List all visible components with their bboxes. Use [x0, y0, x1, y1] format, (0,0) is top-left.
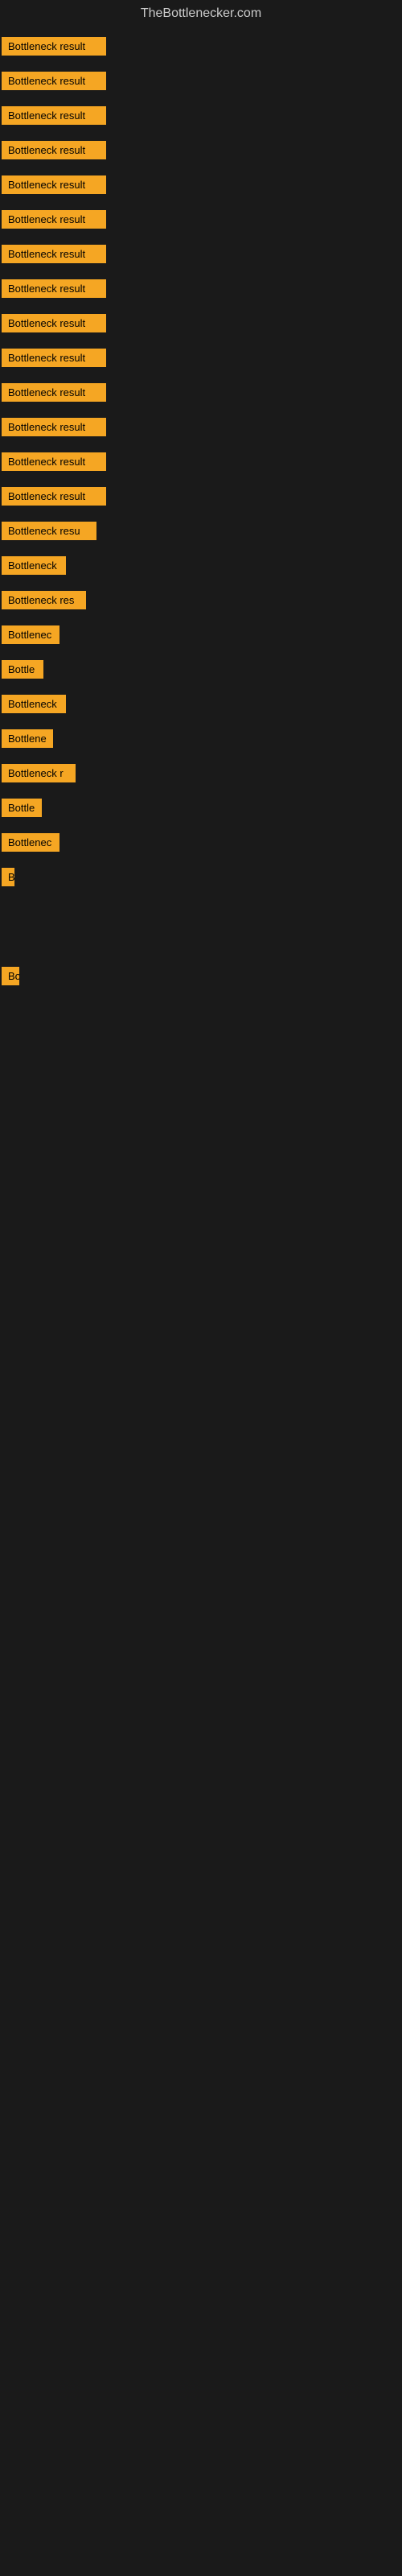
list-item: Bottleneck result: [0, 133, 402, 167]
list-item: Bottleneck result: [0, 479, 402, 514]
bottleneck-result-bar[interactable]: Bottleneck res: [2, 591, 86, 609]
list-item: Bottlene: [0, 721, 402, 756]
bottleneck-result-bar[interactable]: Bottleneck result: [2, 245, 106, 263]
rows-container: Bottleneck result Bottleneck result Bottle…: [0, 29, 402, 1058]
bottleneck-result-bar[interactable]: Bottleneck result: [2, 383, 106, 402]
bottleneck-result-bar[interactable]: Bottleneck result: [2, 37, 106, 56]
list-item: Bottleneck res: [0, 583, 402, 617]
bottleneck-result-bar[interactable]: Bottlenec: [2, 833, 59, 852]
list-item: Bottlenec: [0, 825, 402, 860]
bottleneck-result-bar[interactable]: Bottle: [2, 799, 42, 817]
bottleneck-result-bar[interactable]: Bottlenec: [2, 625, 59, 644]
bottleneck-result-bar[interactable]: Bottle: [2, 660, 43, 679]
list-item: [0, 1026, 402, 1042]
bottleneck-result-bar[interactable]: Bottleneck result: [2, 279, 106, 298]
list-item: [0, 927, 402, 943]
bottleneck-result-bar[interactable]: Bottleneck result: [2, 141, 106, 159]
list-item: [0, 894, 402, 910]
list-item: Bottleneck result: [0, 444, 402, 479]
list-item: Bottleneck r: [0, 756, 402, 791]
list-item: Bottleneck result: [0, 341, 402, 375]
list-item: Bottleneck: [0, 687, 402, 721]
list-item: [0, 1009, 402, 1026]
bottleneck-result-bar[interactable]: B: [2, 868, 14, 886]
list-item: B: [0, 860, 402, 894]
bottleneck-result-bar[interactable]: Bottleneck result: [2, 314, 106, 332]
bottleneck-result-bar[interactable]: Bottleneck result: [2, 210, 106, 229]
bottleneck-result-bar[interactable]: Bottleneck result: [2, 452, 106, 471]
list-item: [0, 993, 402, 1009]
bottleneck-result-bar[interactable]: Bottleneck result: [2, 72, 106, 90]
list-item: Bottle: [0, 791, 402, 825]
list-item: Bottlenec: [0, 617, 402, 652]
list-item: Bottleneck result: [0, 98, 402, 133]
bottleneck-result-bar[interactable]: Bottleneck result: [2, 349, 106, 367]
list-item: Bottleneck result: [0, 167, 402, 202]
list-item: [0, 910, 402, 927]
list-item: Bo: [0, 959, 402, 993]
list-item: Bottleneck result: [0, 202, 402, 237]
bottleneck-result-bar[interactable]: Bo: [2, 967, 19, 985]
list-item: Bottleneck result: [0, 375, 402, 410]
list-item: Bottleneck resu: [0, 514, 402, 548]
list-item: [0, 1042, 402, 1058]
list-item: Bottleneck result: [0, 271, 402, 306]
bottleneck-result-bar[interactable]: Bottleneck: [2, 556, 66, 575]
bottleneck-result-bar[interactable]: Bottleneck r: [2, 764, 76, 782]
list-item: [0, 943, 402, 959]
list-item: Bottleneck: [0, 548, 402, 583]
site-title: TheBottlenecker.com: [0, 0, 402, 29]
list-item: Bottleneck result: [0, 237, 402, 271]
bottleneck-result-bar[interactable]: Bottleneck: [2, 695, 66, 713]
bottleneck-result-bar[interactable]: Bottlene: [2, 729, 53, 748]
list-item: Bottleneck result: [0, 306, 402, 341]
bottleneck-result-bar[interactable]: Bottleneck resu: [2, 522, 96, 540]
bottleneck-result-bar[interactable]: Bottleneck result: [2, 418, 106, 436]
bottleneck-result-bar[interactable]: Bottleneck result: [2, 106, 106, 125]
list-item: Bottleneck result: [0, 29, 402, 64]
list-item: Bottle: [0, 652, 402, 687]
site-title-container: TheBottlenecker.com: [0, 0, 402, 29]
bottleneck-result-bar[interactable]: Bottleneck result: [2, 487, 106, 506]
list-item: Bottleneck result: [0, 64, 402, 98]
list-item: Bottleneck result: [0, 410, 402, 444]
bottleneck-result-bar[interactable]: Bottleneck result: [2, 175, 106, 194]
